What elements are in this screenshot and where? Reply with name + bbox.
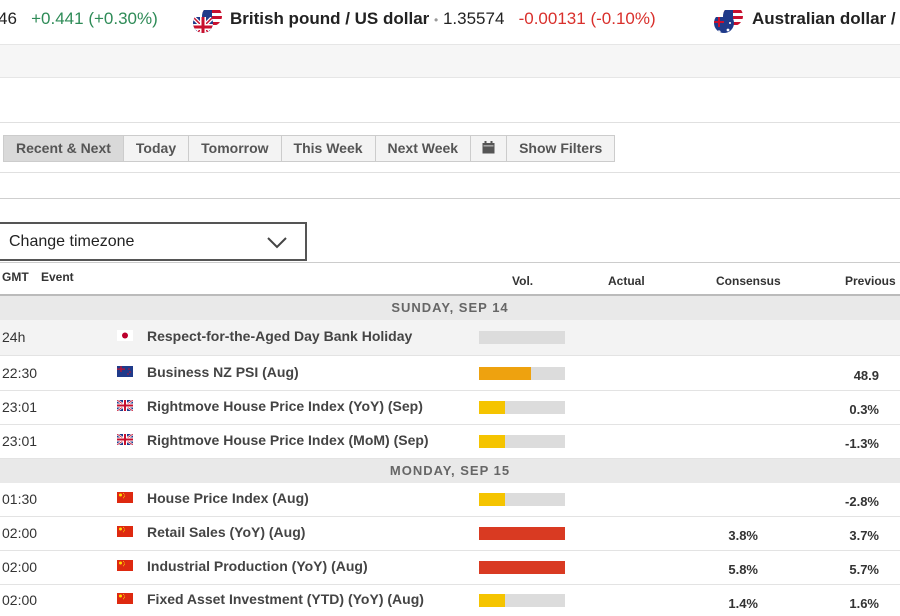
table-row[interactable]: 22:30 Business NZ PSI (Aug) 48.9 bbox=[0, 356, 900, 391]
timezone-select[interactable]: Change timezone bbox=[0, 222, 307, 261]
ticker-change-pct: (-0.10%) bbox=[590, 9, 656, 28]
event-name[interactable]: Fixed Asset Investment (YTD) (YoY) (Aug) bbox=[147, 591, 424, 607]
event-name[interactable]: Respect-for-the-Aged Day Bank Holiday bbox=[147, 328, 412, 344]
previous-value: 3.7% bbox=[849, 528, 879, 543]
previous-value: 48.9 bbox=[853, 368, 879, 383]
nz-flag-icon bbox=[117, 364, 133, 377]
volatility-fill bbox=[479, 493, 505, 506]
volatility-bar bbox=[479, 493, 565, 506]
volatility-bar bbox=[479, 331, 565, 344]
event-time: 02:00 bbox=[2, 559, 38, 575]
cn-flag-icon bbox=[117, 591, 133, 604]
volatility-bar bbox=[479, 435, 565, 448]
consensus-value: 1.4% bbox=[728, 596, 758, 611]
calendar-button[interactable] bbox=[471, 136, 508, 161]
gb-flag-icon bbox=[193, 13, 213, 33]
event-name[interactable]: House Price Index (Aug) bbox=[147, 490, 309, 506]
event-name[interactable]: Rightmove House Price Index (YoY) (Sep) bbox=[147, 398, 423, 414]
divider bbox=[0, 198, 900, 199]
volatility-bar bbox=[479, 401, 565, 414]
consensus-value: 3.8% bbox=[728, 528, 758, 543]
column-event: Event bbox=[41, 270, 74, 284]
separator-dot-icon: • bbox=[434, 13, 439, 27]
ticker-price: 1.35574 bbox=[442, 9, 505, 28]
table-row[interactable]: 02:00 Retail Sales (YoY) (Aug) 3.8% 3.7% bbox=[0, 517, 900, 551]
volatility-bar bbox=[479, 594, 565, 607]
event-time: 24h bbox=[2, 329, 26, 345]
ticker-bar: 46 +0.441 (+0.30%) British pound / US do… bbox=[0, 0, 900, 38]
aud-usd-flags-icon bbox=[714, 6, 744, 34]
table-row[interactable]: 23:01 Rightmove House Price Index (MoM) … bbox=[0, 425, 900, 459]
ticker-pair-name: British pound / US dollar bbox=[230, 9, 430, 28]
previous-value: 5.7% bbox=[849, 562, 879, 577]
table-row[interactable]: 23:01 Rightmove House Price Index (YoY) … bbox=[0, 391, 900, 425]
event-name[interactable]: Industrial Production (YoY) (Aug) bbox=[147, 558, 368, 574]
tab-tomorrow[interactable]: Tomorrow bbox=[189, 136, 282, 161]
ticker-price: 46 bbox=[0, 9, 17, 28]
divider bbox=[0, 122, 900, 123]
table-row[interactable]: 02:00 Fixed Asset Investment (YTD) (YoY)… bbox=[0, 585, 900, 616]
volatility-bar bbox=[479, 561, 565, 574]
event-name[interactable]: Retail Sales (YoY) (Aug) bbox=[147, 524, 305, 540]
previous-value: 1.6% bbox=[849, 596, 879, 611]
chevron-down-icon bbox=[267, 237, 287, 249]
tab-recent-next[interactable]: Recent & Next bbox=[4, 136, 124, 161]
previous-value: -1.3% bbox=[845, 436, 879, 451]
gb-flag-icon bbox=[116, 432, 134, 446]
table-header: GMT Event Vol. Actual Consensus Previous bbox=[0, 262, 900, 296]
volatility-fill bbox=[479, 527, 565, 540]
event-time: 23:01 bbox=[2, 399, 38, 415]
column-vol: Vol. bbox=[512, 274, 534, 288]
volatility-fill bbox=[479, 435, 505, 448]
volatility-fill bbox=[479, 594, 505, 607]
cn-flag-icon bbox=[117, 558, 133, 571]
volatility-bar bbox=[479, 367, 565, 380]
tab-this-week[interactable]: This Week bbox=[282, 136, 376, 161]
column-actual: Actual bbox=[608, 274, 645, 288]
volatility-fill bbox=[479, 401, 505, 414]
gb-flag-icon bbox=[116, 398, 134, 412]
previous-value: 0.3% bbox=[849, 402, 879, 417]
timezone-label: Change timezone bbox=[9, 233, 135, 250]
event-time: 23:01 bbox=[2, 433, 38, 449]
ticker-item-audusd[interactable]: Australian dollar / US dollar bbox=[752, 0, 900, 38]
event-time: 01:30 bbox=[2, 491, 38, 507]
table-row[interactable]: 02:00 Industrial Production (YoY) (Aug) … bbox=[0, 551, 900, 585]
divider bbox=[0, 172, 900, 173]
volatility-fill bbox=[479, 561, 565, 574]
calendar-icon bbox=[482, 141, 495, 154]
show-filters-button[interactable]: Show Filters bbox=[507, 136, 614, 161]
previous-value: -2.8% bbox=[845, 494, 879, 509]
table-row[interactable]: 01:30 House Price Index (Aug) -2.8% bbox=[0, 483, 900, 517]
ticker-change-pct: (+0.30%) bbox=[88, 9, 158, 28]
tab-today[interactable]: Today bbox=[124, 136, 190, 161]
consensus-value: 5.8% bbox=[728, 562, 758, 577]
volatility-bar bbox=[479, 527, 565, 540]
gbp-usd-flags-icon bbox=[193, 6, 223, 34]
ticker-change: +0.441 bbox=[31, 9, 84, 28]
ticker-change: -0.00131 bbox=[518, 9, 586, 28]
event-time: 02:00 bbox=[2, 592, 38, 608]
tab-next-week[interactable]: Next Week bbox=[376, 136, 472, 161]
ticker-pair-name: Australian dollar / US dollar bbox=[752, 9, 900, 28]
column-consensus: Consensus bbox=[716, 274, 781, 288]
date-header: MONDAY, SEP 15 bbox=[0, 459, 900, 483]
column-gmt: GMT bbox=[2, 270, 29, 284]
ticker-item-previous[interactable]: 46 +0.441 (+0.30%) bbox=[0, 0, 158, 38]
table-row[interactable]: 24h Respect-for-the-Aged Day Bank Holida… bbox=[0, 320, 900, 356]
event-time: 22:30 bbox=[2, 365, 38, 381]
column-previous: Previous bbox=[845, 274, 896, 288]
event-name[interactable]: Business NZ PSI (Aug) bbox=[147, 364, 299, 380]
date-header: SUNDAY, SEP 14 bbox=[0, 296, 900, 320]
event-name[interactable]: Rightmove House Price Index (MoM) (Sep) bbox=[147, 432, 429, 448]
volatility-fill bbox=[479, 367, 531, 380]
au-flag-icon bbox=[714, 13, 734, 33]
ticker-item-gbpusd[interactable]: British pound / US dollar • 1.35574 -0.0… bbox=[230, 0, 656, 38]
header-band bbox=[0, 44, 900, 78]
jp-flag-icon bbox=[117, 328, 133, 341]
cn-flag-icon bbox=[117, 490, 133, 503]
period-tabs: Recent & Next Today Tomorrow This Week N… bbox=[3, 135, 616, 162]
cn-flag-icon bbox=[117, 524, 133, 537]
event-time: 02:00 bbox=[2, 525, 38, 541]
